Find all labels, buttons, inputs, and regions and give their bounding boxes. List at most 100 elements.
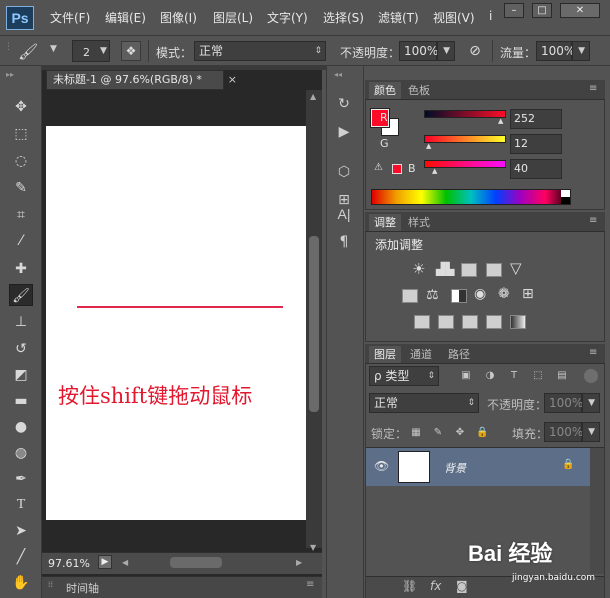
color-balance-icon[interactable]: ⚖ — [426, 287, 439, 303]
move-tool-icon[interactable]: ✥ — [9, 96, 33, 118]
type-tool-icon[interactable]: T — [9, 494, 33, 516]
photo-filter-icon[interactable]: ◉ — [474, 286, 486, 302]
color-lookup-icon[interactable]: ⊞ — [522, 286, 534, 302]
black-swatch[interactable] — [561, 197, 570, 204]
white-swatch[interactable] — [561, 190, 570, 197]
history-icon[interactable]: ↻ — [334, 94, 354, 114]
filter-adjustment-icon[interactable]: ◑ — [484, 370, 496, 382]
fill-input[interactable]: 100% — [544, 422, 583, 442]
document-tab[interactable]: 未标题-1 @ 97.6%(RGB/8) * × — [46, 70, 237, 90]
layers-scrollbar[interactable] — [590, 448, 604, 574]
r-input[interactable]: 252 — [510, 109, 562, 129]
menu-type[interactable]: 文字(Y) — [267, 9, 308, 26]
brush-panel-icon[interactable]: ❖ — [121, 41, 141, 61]
opacity-dropdown[interactable]: ▼ — [437, 41, 455, 61]
canvas[interactable] — [46, 126, 306, 520]
exposure-icon[interactable] — [486, 263, 502, 277]
tab-adjustments[interactable]: 调整 — [369, 214, 401, 231]
tab-styles[interactable]: 样式 — [403, 214, 435, 231]
r-slider[interactable] — [424, 110, 506, 118]
flow-input[interactable]: 100% — [536, 41, 575, 61]
crop-tool-icon[interactable]: ⌗ — [9, 204, 33, 226]
lock-transparent-icon[interactable]: ▦ — [410, 427, 422, 439]
lock-position-icon[interactable]: ✥ — [454, 427, 466, 439]
scroll-left-icon[interactable]: ◀ — [122, 558, 128, 567]
panel-menu-icon[interactable]: ≡ — [589, 215, 597, 226]
eyedropper-tool-icon[interactable]: ⁄ — [9, 230, 33, 252]
collapse-arrows-icon[interactable]: ▸▸ — [6, 70, 14, 79]
layer-opacity-input[interactable]: 100% — [544, 393, 583, 413]
menu-view[interactable]: 视图(V) — [433, 9, 475, 26]
threshold-icon[interactable] — [462, 315, 478, 329]
r-slider-handle[interactable]: ▲ — [498, 117, 503, 125]
lasso-tool-icon[interactable]: ◌ — [9, 150, 33, 172]
tab-swatches[interactable]: 色板 — [403, 82, 435, 99]
actions-icon[interactable]: ▶ — [334, 122, 354, 142]
invert-icon[interactable] — [414, 315, 430, 329]
hue-saturation-icon[interactable] — [402, 289, 418, 303]
gamut-warning-icon[interactable]: ⚠ — [374, 162, 383, 173]
layer-opacity-dropdown[interactable]: ▼ — [582, 393, 600, 413]
brush-tool-icon[interactable]: 🖌 — [9, 284, 33, 306]
zoom-level[interactable]: 97.61% — [48, 557, 90, 570]
layer-filter-select[interactable]: ρ 类型 ⇕ — [369, 366, 439, 386]
b-slider-handle[interactable]: ▲ — [432, 167, 437, 175]
tab-paths[interactable]: 路径 — [443, 346, 475, 363]
menu-more[interactable]: i — [489, 9, 492, 23]
brush-preset-arrow-icon[interactable]: ▼ — [50, 44, 57, 54]
layer-row[interactable]: 👁 背景 🔒 — [366, 448, 590, 486]
menu-select[interactable]: 选择(S) — [323, 9, 364, 26]
channel-mixer-icon[interactable]: ❁ — [498, 286, 510, 302]
brush-tool-icon[interactable]: 🖌 — [18, 42, 38, 61]
curves-icon[interactable] — [461, 263, 477, 277]
color-spectrum-bar[interactable] — [371, 189, 571, 205]
close-icon[interactable]: × — [228, 71, 237, 89]
layer-style-icon[interactable]: fx — [430, 579, 441, 593]
vibrance-icon[interactable]: ▽ — [510, 259, 522, 277]
menu-filter[interactable]: 滤镜(T) — [378, 9, 419, 26]
panel-menu-icon[interactable]: ≡ — [589, 83, 597, 94]
panel-menu-icon[interactable]: ≡ — [306, 579, 314, 590]
gradient-tool-icon[interactable]: ▬ — [9, 390, 33, 412]
selective-color-icon[interactable] — [486, 315, 502, 329]
healing-brush-tool-icon[interactable]: ✚ — [9, 258, 33, 280]
scroll-right-icon[interactable]: ▶ — [296, 558, 302, 567]
filter-smart-object-icon[interactable]: ▤ — [556, 370, 568, 382]
menu-image[interactable]: 图像(I) — [160, 9, 197, 26]
dodge-tool-icon[interactable]: ◍ — [9, 442, 33, 464]
hand-tool-icon[interactable]: ✋ — [9, 572, 33, 594]
lock-pixels-icon[interactable]: ✎ — [432, 427, 444, 439]
g-slider[interactable] — [424, 135, 506, 143]
g-slider-handle[interactable]: ▲ — [426, 142, 431, 150]
scroll-down-icon[interactable]: ▼ — [310, 543, 316, 552]
vertical-scroll-thumb[interactable] — [309, 236, 319, 412]
paragraph-icon[interactable]: ¶ — [334, 232, 354, 252]
marquee-tool-icon[interactable]: ⬚ — [9, 123, 33, 145]
quick-select-tool-icon[interactable]: ✎ — [9, 177, 33, 199]
collapse-arrows-icon[interactable]: ◂◂ — [334, 70, 342, 79]
posterize-icon[interactable] — [438, 315, 454, 329]
lock-all-icon[interactable]: 🔒 — [476, 427, 488, 439]
pressure-opacity-icon[interactable]: ⊘ — [465, 41, 485, 61]
gamut-color-swatch[interactable] — [392, 164, 402, 174]
scroll-up-icon[interactable]: ▲ — [310, 92, 316, 101]
eraser-tool-icon[interactable]: ◩ — [9, 364, 33, 386]
tab-layers[interactable]: 图层 — [369, 346, 401, 363]
brush-size-picker[interactable]: 2 ▼ — [72, 40, 110, 62]
opacity-input[interactable]: 100% — [399, 41, 438, 61]
restore-button[interactable]: □ — [532, 3, 552, 18]
pen-tool-icon[interactable]: ✒ — [9, 468, 33, 490]
menu-edit[interactable]: 编辑(E) — [105, 9, 146, 26]
menu-layer[interactable]: 图层(L) — [213, 9, 253, 26]
link-layers-icon[interactable]: ⛓ — [402, 579, 417, 593]
character-icon[interactable]: A| — [334, 204, 354, 224]
b-input[interactable]: 40 — [510, 159, 562, 179]
panel-menu-icon[interactable]: ≡ — [589, 347, 597, 358]
mode-select[interactable]: 正常 ⇕ — [194, 41, 326, 61]
g-input[interactable]: 12 — [510, 134, 562, 154]
3d-icon[interactable]: ⬡ — [334, 162, 354, 182]
history-brush-tool-icon[interactable]: ↺ — [9, 338, 33, 360]
stamp-tool-icon[interactable]: ⊥ — [9, 311, 33, 333]
filter-type-icon[interactable]: T — [508, 370, 520, 382]
layer-mask-icon[interactable]: ◙ — [456, 579, 468, 593]
